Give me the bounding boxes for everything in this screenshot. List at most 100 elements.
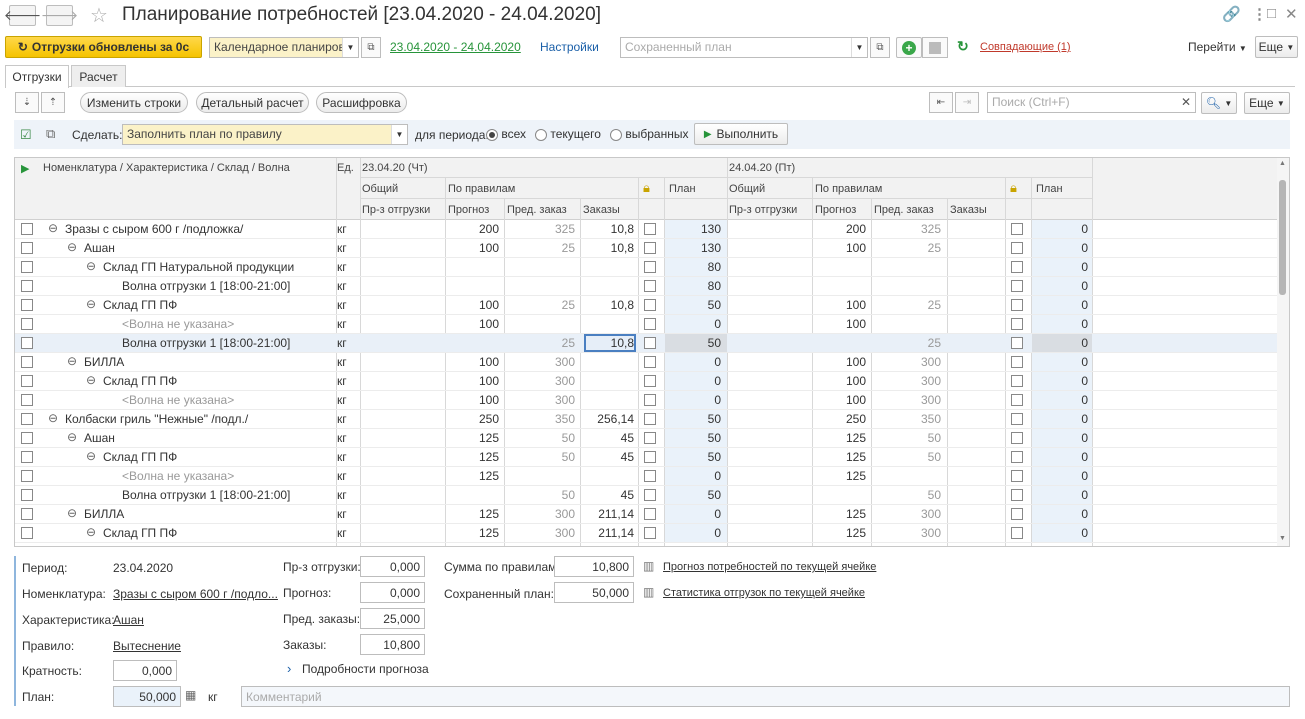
table-row[interactable]: ⊖ Склад ГП ПФ кг 125 50 45 50 125 50 0 <box>15 448 1277 467</box>
planning-mode-select[interactable]: Календарное планирова ▼ <box>209 37 359 58</box>
lock-checkbox[interactable] <box>644 527 656 539</box>
calculator-icon[interactable]: ▦ <box>185 688 196 702</box>
back-button[interactable]: 🡐 <box>4 5 41 26</box>
lock-checkbox[interactable] <box>1011 261 1023 273</box>
chevron-right-icon[interactable]: › <box>287 661 291 676</box>
refresh-icon[interactable]: ↻ <box>957 38 969 55</box>
chevron-down-icon[interactable]: ▼ <box>342 38 358 57</box>
name-column-header[interactable]: Номенклатура / Характеристика / Склад / … <box>43 162 290 174</box>
forecast-cell-link[interactable]: Прогноз потребностей по текущей ячейке <box>663 561 876 573</box>
maximize-icon[interactable]: □ <box>1267 5 1276 22</box>
row-checkbox[interactable] <box>21 337 33 349</box>
goto-menu[interactable]: Перейти ▼ <box>1188 40 1247 54</box>
grid-more-menu-button[interactable]: Еще ▼ <box>1244 92 1290 114</box>
collapse-icon[interactable]: ⊖ <box>86 259 96 273</box>
orders-field[interactable]: 10,800 <box>360 634 425 655</box>
chevron-down-icon[interactable]: ▼ <box>391 125 407 144</box>
collapse-icon[interactable]: ⊖ <box>48 221 58 235</box>
lock-checkbox[interactable] <box>1011 356 1023 368</box>
characteristic-link[interactable]: Ашан <box>113 613 144 627</box>
table-row[interactable]: <Волна не указана> кг 125 0 125 0 <box>15 467 1277 486</box>
search-input[interactable]: Поиск (Ctrl+F) ✕ <box>987 92 1196 113</box>
row-checkbox[interactable] <box>21 508 33 520</box>
radio-selected[interactable]: выбранных <box>610 127 688 141</box>
panel-right-icon[interactable]: ⇥ <box>955 92 979 113</box>
sort-ascending-icon[interactable]: ⇣ <box>15 92 39 113</box>
panel-left-icon[interactable]: ⇤ <box>929 92 953 113</box>
lock-checkbox[interactable] <box>644 318 656 330</box>
open-icon[interactable]: ⧉ <box>870 37 890 58</box>
table-row[interactable]: ⊖ Ашан кг 125 50 45 50 125 50 0 <box>15 429 1277 448</box>
table-row[interactable]: ⊖ Склад ГП ПФ кг 100 300 0 100 300 0 <box>15 372 1277 391</box>
table-row[interactable]: ⊖ БИЛЛА кг 125 300 211,14 0 125 300 0 <box>15 505 1277 524</box>
lock-checkbox[interactable] <box>1011 432 1023 444</box>
saved-plan-field[interactable]: 50,000 <box>554 582 634 603</box>
lock-checkbox[interactable] <box>1011 451 1023 463</box>
row-checkbox[interactable] <box>21 451 33 463</box>
radio-current[interactable]: текущего <box>535 127 601 141</box>
collapse-icon[interactable]: ⊖ <box>86 525 96 539</box>
collapse-icon[interactable]: ⊖ <box>67 354 77 368</box>
prev-orders-field[interactable]: 25,000 <box>360 608 425 629</box>
collapse-icon[interactable]: ⊖ <box>48 411 58 425</box>
table-row[interactable]: ⊖ Склад ГП ПФ кг 100 25 10,8 50 100 25 0 <box>15 296 1277 315</box>
lock-checkbox[interactable] <box>1011 223 1023 235</box>
lock-checkbox[interactable] <box>644 299 656 311</box>
lock-checkbox[interactable] <box>644 223 656 235</box>
lock-checkbox[interactable] <box>1011 527 1023 539</box>
row-checkbox[interactable] <box>21 223 33 235</box>
row-checkbox[interactable] <box>21 470 33 482</box>
tab-calculation[interactable]: Расчет <box>71 65 126 87</box>
chevron-down-icon[interactable]: ▼ <box>851 38 867 57</box>
row-checkbox[interactable] <box>21 242 33 254</box>
lock-checkbox[interactable] <box>1011 508 1023 520</box>
stats-cell-link[interactable]: Статистика отгрузок по текущей ячейке <box>663 587 865 599</box>
matches-link[interactable]: Совпадающие (1) <box>980 41 1071 53</box>
rule-link[interactable]: Вытеснение <box>113 639 181 653</box>
clear-icon[interactable]: ✕ <box>1181 95 1191 109</box>
lock-checkbox[interactable] <box>644 508 656 520</box>
row-checkbox[interactable] <box>21 356 33 368</box>
period-link[interactable]: 23.04.2020 - 24.04.2020 <box>390 40 521 54</box>
table-row[interactable]: ⊖ Зразы с сыром 600 г /подложка/кг 200 325 1… <box>15 220 1277 239</box>
lock-checkbox[interactable] <box>1011 280 1023 292</box>
table-row[interactable]: Волна отгрузки 1 [18:00-21:00] кг 25 10,8 50… <box>15 334 1277 353</box>
collapse-icon[interactable]: ⊖ <box>86 449 96 463</box>
lock-checkbox[interactable] <box>644 356 656 368</box>
lock-checkbox[interactable] <box>644 451 656 463</box>
add-plan-button[interactable]: + <box>896 37 922 58</box>
execute-button[interactable]: ▶ Выполнить <box>694 123 788 145</box>
table-row[interactable]: <Волна не указана> кг 100 0 100 0 <box>15 315 1277 334</box>
lock-checkbox[interactable] <box>1011 337 1023 349</box>
radio-all[interactable]: всех <box>486 127 526 141</box>
lock-checkbox[interactable] <box>644 413 656 425</box>
lock-checkbox[interactable] <box>644 489 656 501</box>
row-checkbox[interactable] <box>21 489 33 501</box>
lock-checkbox[interactable] <box>1011 489 1023 501</box>
lock-checkbox[interactable] <box>1011 318 1023 330</box>
change-rows-button[interactable]: Изменить строки <box>80 92 188 113</box>
saved-plan-select[interactable]: Сохраненный план ▼ <box>620 37 868 58</box>
check-all-icon[interactable]: ☑ <box>20 127 32 143</box>
save-icon[interactable] <box>922 37 948 58</box>
more-icon[interactable]: ⋮ <box>1252 5 1267 23</box>
unit-column-header[interactable]: Ед. <box>337 162 354 174</box>
lock-checkbox[interactable] <box>1011 394 1023 406</box>
decoding-button[interactable]: Расшифровка <box>316 92 407 113</box>
scroll-up-icon[interactable]: ▲ <box>1279 160 1286 167</box>
row-checkbox[interactable] <box>21 318 33 330</box>
more-menu-button[interactable]: Еще ▼ <box>1255 36 1298 58</box>
table-row[interactable]: ⊖ Ашан кг 100 25 10,8 130 100 25 0 <box>15 239 1277 258</box>
table-row[interactable]: ⊖ Склад ГП ПФ кг 125 300 211,14 0 125 300 0 <box>15 524 1277 543</box>
table-row[interactable]: ⊖ Колбаски гриль "Нежные" /подл./ кг 250 350… <box>15 410 1277 429</box>
favorite-star-icon[interactable]: ☆ <box>90 3 108 28</box>
link-icon[interactable]: 🔗 <box>1222 5 1241 23</box>
lock-checkbox[interactable] <box>644 261 656 273</box>
shipments-updated-button[interactable]: ↻ Отгрузки обновлены за 0с <box>5 36 202 58</box>
lock-checkbox[interactable] <box>644 242 656 254</box>
copy-icon[interactable]: ⧉ <box>46 126 55 142</box>
row-checkbox[interactable] <box>21 299 33 311</box>
plan-field[interactable]: 50,000 <box>113 686 181 707</box>
sort-descending-icon[interactable]: ⇡ <box>41 92 65 113</box>
lock-icon[interactable]: 🔒︎ <box>1010 180 1017 196</box>
